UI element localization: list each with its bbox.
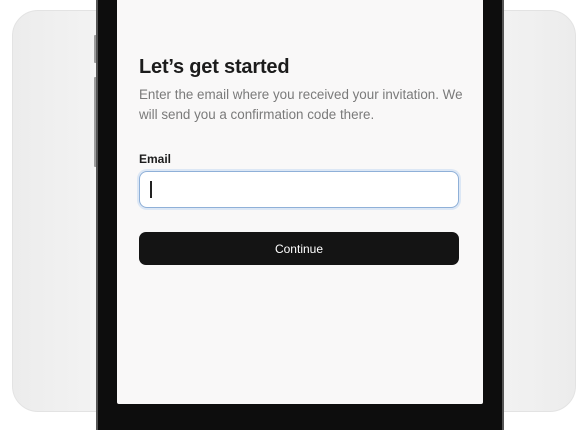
text-cursor	[150, 181, 152, 198]
continue-button[interactable]: Continue	[139, 232, 459, 265]
page-title: Let’s get started	[139, 56, 290, 78]
email-field[interactable]	[139, 171, 459, 208]
email-label: Email	[139, 152, 172, 166]
page-subtitle: Enter the email where you received your …	[139, 87, 463, 122]
